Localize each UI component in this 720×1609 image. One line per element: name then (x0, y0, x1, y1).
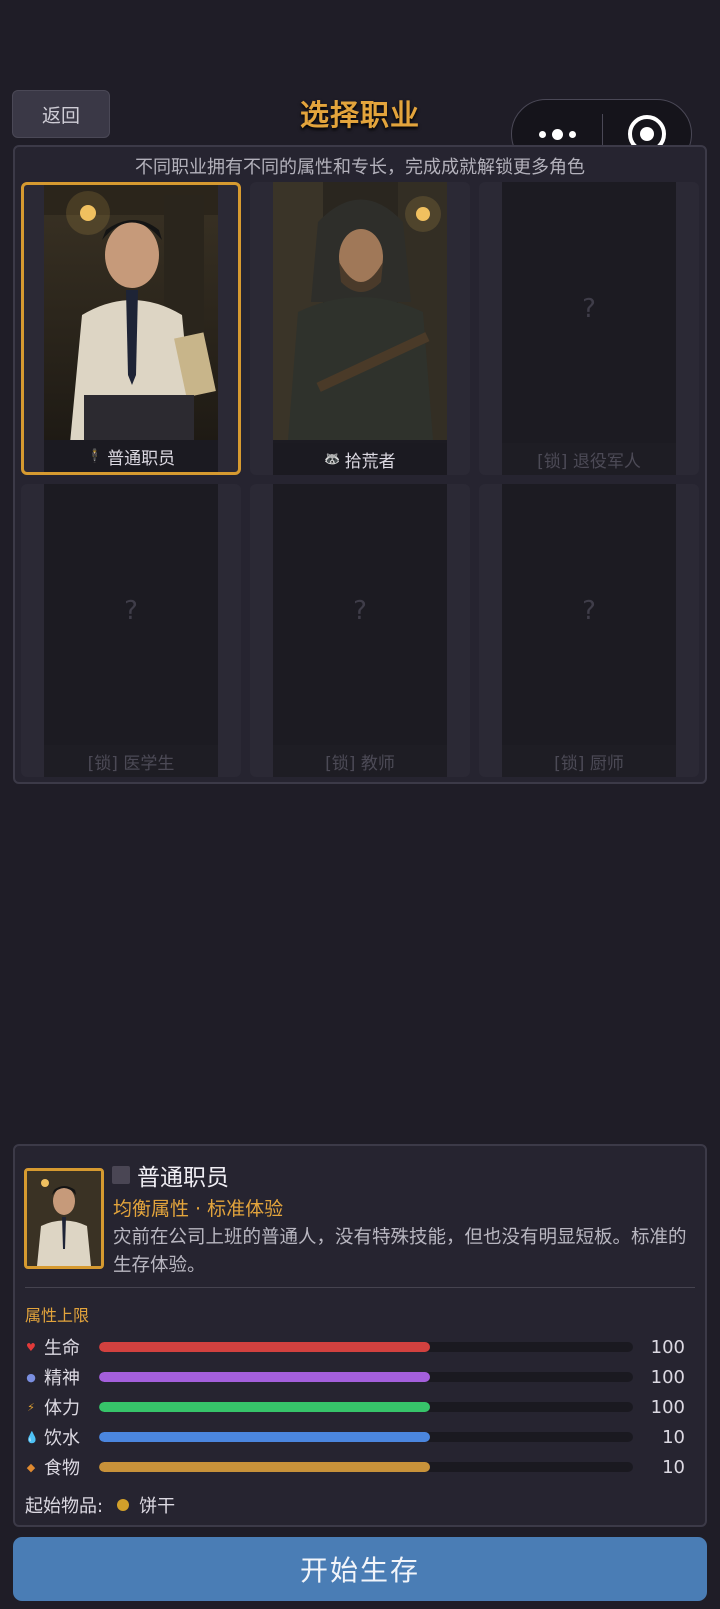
stat-row-water: 💧 饮水 10 (25, 1426, 686, 1450)
selected-class-description: 灾前在公司上班的普通人，没有特殊技能，但也没有明显短板。标准的生存体验。 (113, 1227, 687, 1276)
class-card-medical-student[interactable]: ? [锁] 医学生 (21, 484, 241, 777)
locked-portrait (502, 182, 676, 475)
office-worker-icon (112, 1166, 130, 1184)
locked-placeholder: ? (353, 596, 367, 626)
starting-items: 起始物品: 饼干 (25, 1492, 175, 1518)
stat-bar (98, 1402, 634, 1412)
stat-label: 饮水 (44, 1428, 80, 1449)
class-card-label: [锁] 厨师 (502, 745, 676, 777)
locked-placeholder: ? (124, 596, 138, 626)
scavenger-icon: 🦝 (324, 451, 341, 467)
stat-value: 100 (650, 1396, 686, 1418)
class-card-teacher[interactable]: ? [锁] 教师 (250, 484, 470, 777)
stats-title: 属性上限 (25, 1306, 90, 1325)
stat-row-stamina: ⚡ 体力 100 (25, 1396, 686, 1420)
stat-value: 100 (650, 1366, 686, 1388)
selected-class-tagline: 均衡属性 · 标准体验 (113, 1198, 284, 1220)
scavenger-portrait (273, 182, 447, 475)
biscuit-icon (117, 1499, 130, 1511)
class-card-veteran[interactable]: ? [锁] 退役军人 (479, 182, 699, 475)
locked-portrait (502, 484, 676, 777)
class-card-label: [锁] 医学生 (44, 745, 218, 777)
stat-bar (98, 1462, 634, 1472)
class-name: 普通职员 (107, 448, 176, 469)
stat-row-food: ◆ 食物 10 (25, 1456, 686, 1480)
stat-label: 体力 (43, 1398, 80, 1419)
starting-item-name: 饼干 (139, 1496, 176, 1517)
water-drop-icon: 💧 (25, 1430, 39, 1444)
stat-bar (98, 1342, 634, 1352)
stat-bar (98, 1372, 634, 1382)
energy-icon: ⚡ (27, 1400, 35, 1414)
stat-value: 10 (662, 1426, 686, 1448)
stat-bar-fill (98, 1342, 431, 1352)
class-card-label: [锁] 退役军人 (502, 443, 676, 475)
divider (25, 1287, 695, 1288)
class-card-office-worker[interactable]: 🕴 普通职员 (21, 182, 241, 475)
locked-portrait (273, 484, 447, 777)
class-card-label: [锁] 教师 (273, 745, 447, 777)
class-selection-panel: 不同职业拥有不同的属性和专长，完成成就解锁更多角色 🕴 普通职员 🦝 拾荒者 ?… (13, 145, 707, 784)
locked-placeholder: ? (582, 596, 596, 626)
stat-value: 10 (662, 1456, 686, 1478)
office-worker-portrait (44, 185, 218, 472)
stat-label: 食物 (43, 1458, 80, 1479)
office-worker-icon: 🕴 (86, 448, 104, 464)
stat-bar-fill (98, 1462, 431, 1472)
stat-bar-fill (98, 1432, 431, 1442)
stat-bar-fill (98, 1372, 431, 1382)
stat-value: 100 (650, 1336, 686, 1358)
stat-label: 精神 (43, 1368, 80, 1389)
brain-icon: ● (26, 1370, 36, 1384)
selected-class-name: 普通职员 (112, 1158, 229, 1192)
stat-bar (98, 1432, 634, 1442)
class-card-chef[interactable]: ? [锁] 厨师 (479, 484, 699, 777)
locked-portrait (44, 484, 218, 777)
stat-label: 生命 (43, 1338, 80, 1359)
heart-icon: ♥ (26, 1340, 36, 1354)
starting-items-label: 起始物品: (25, 1496, 104, 1517)
class-card-label: 🕴 普通职员 (44, 440, 218, 472)
selected-class-name-text: 普通职员 (137, 1165, 229, 1191)
start-survival-button[interactable]: 开始生存 (13, 1537, 707, 1601)
class-detail-panel: 普通职员 均衡属性 · 标准体验 灾前在公司上班的普通人，没有特殊技能，但也没有… (13, 1144, 707, 1527)
stat-bar-fill (98, 1402, 431, 1412)
locked-placeholder: ? (582, 294, 596, 324)
food-icon: ◆ (26, 1460, 36, 1474)
class-card-scavenger[interactable]: 🦝 拾荒者 (250, 182, 470, 475)
class-name: 拾荒者 (344, 451, 396, 472)
class-panel-subtitle: 不同职业拥有不同的属性和专长，完成成就解锁更多角色 (135, 157, 585, 178)
selected-class-portrait (24, 1168, 104, 1269)
stat-row-health: ♥ 生命 100 (25, 1336, 686, 1360)
class-card-label: 🦝 拾荒者 (273, 443, 447, 475)
stat-row-spirit: ● 精神 100 (25, 1366, 686, 1390)
